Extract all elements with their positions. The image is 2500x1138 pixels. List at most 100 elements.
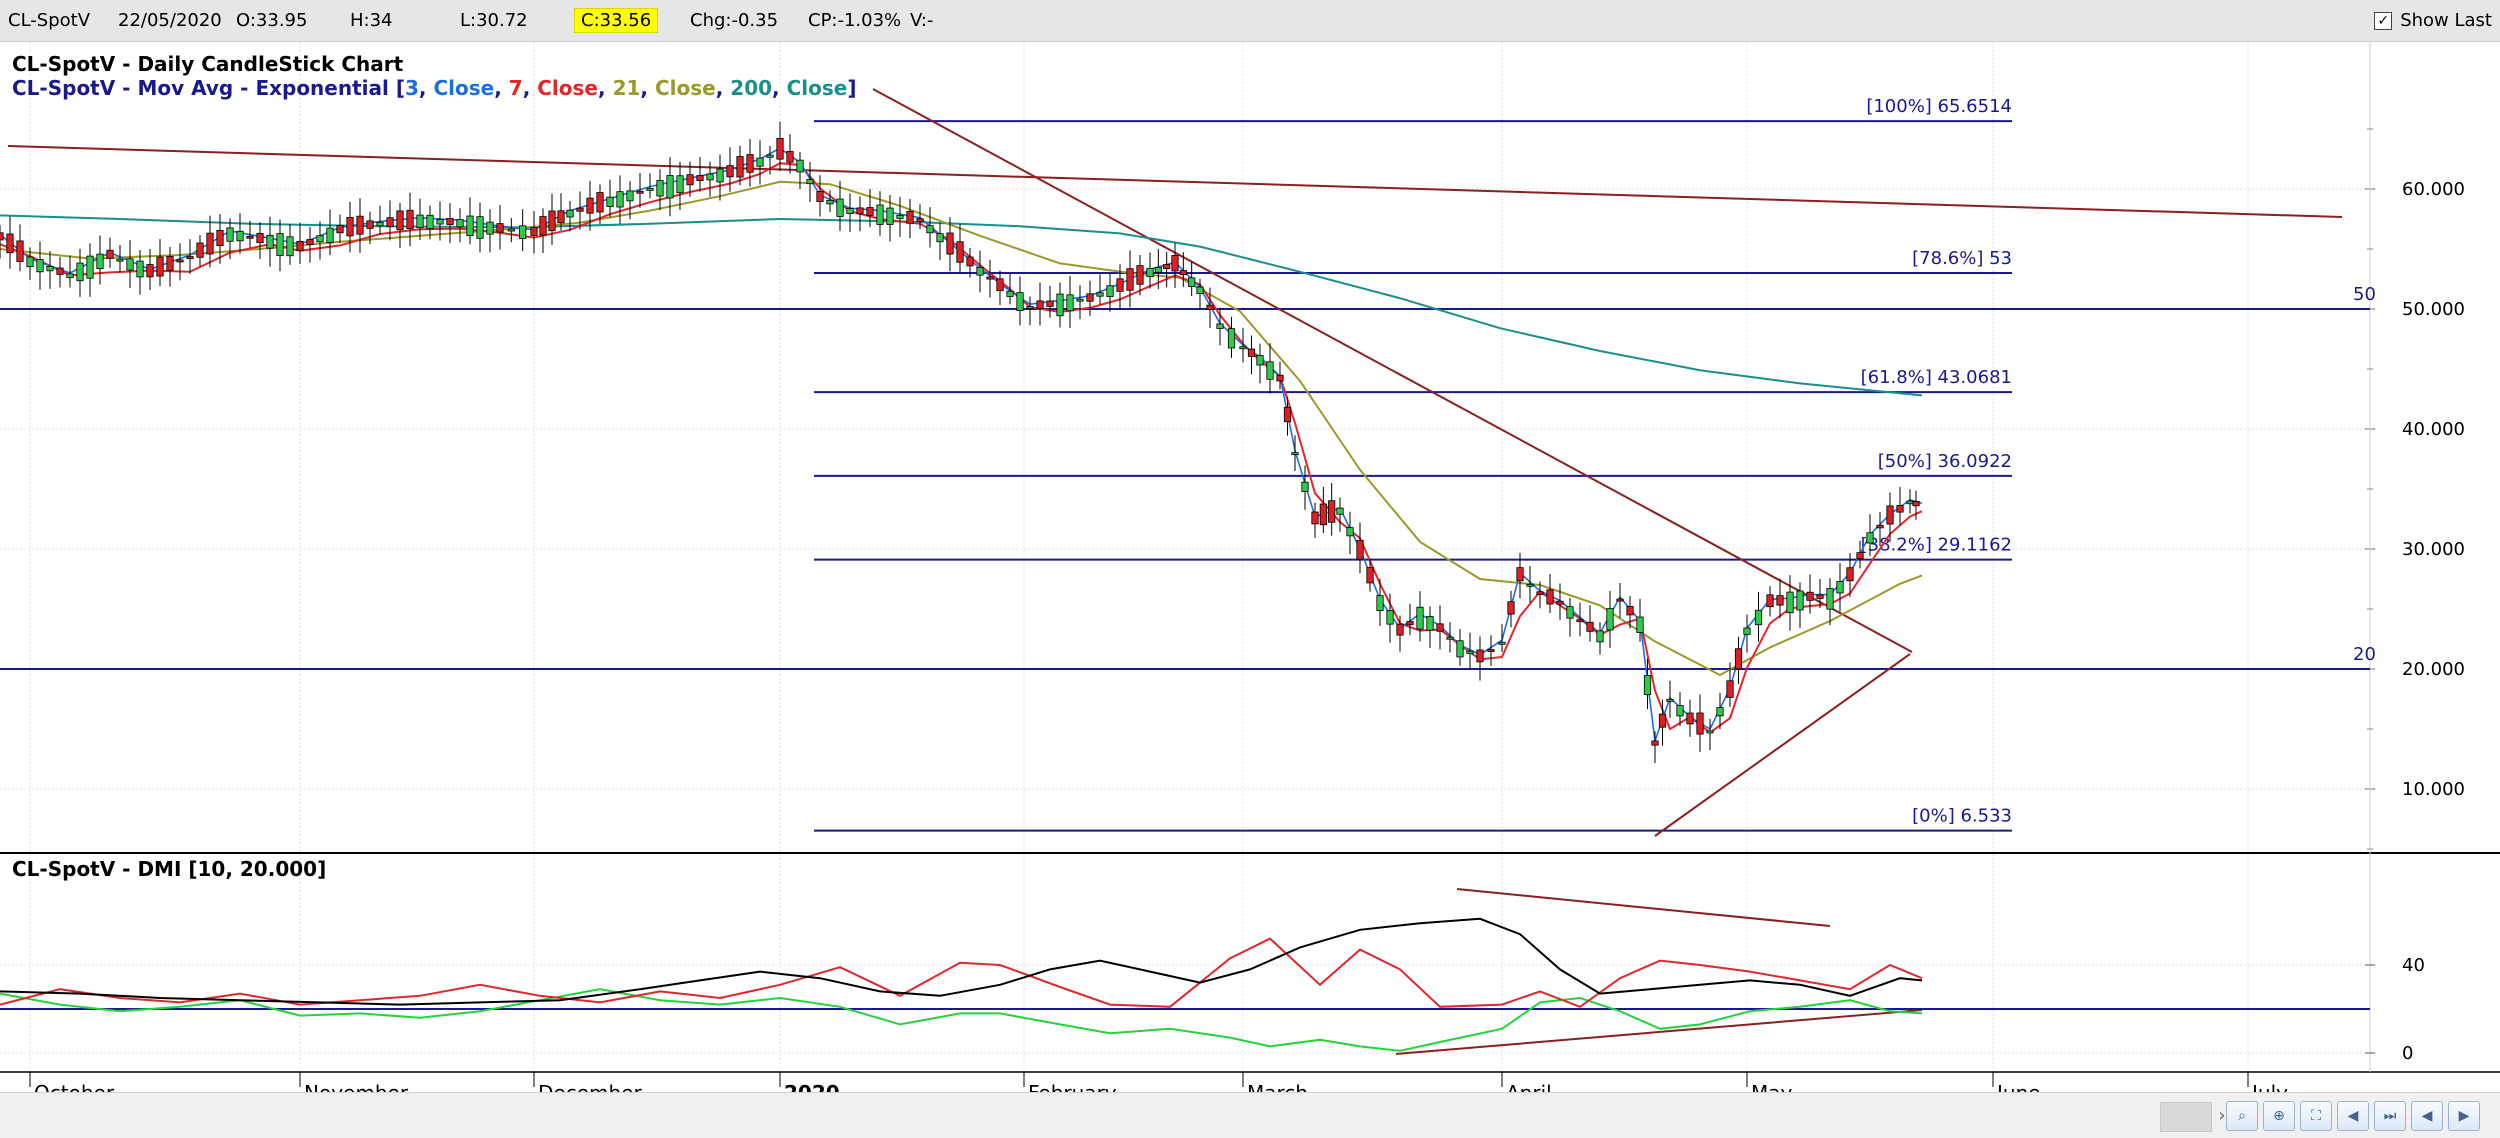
candle-body [1146, 267, 1154, 278]
candle-body [486, 221, 494, 235]
month-label: April [1506, 1081, 1552, 1092]
candle-body [996, 278, 1004, 292]
horizontal-level-label: 50 [2353, 284, 2376, 305]
candle-body [1466, 650, 1474, 655]
candle-body [1696, 712, 1704, 735]
candle-body [6, 233, 14, 254]
candle-body [1416, 606, 1424, 630]
candle-body [416, 214, 424, 228]
prev-icon[interactable]: ◀ [2411, 1101, 2443, 1131]
candle-body [946, 232, 954, 255]
candle-body [519, 225, 527, 239]
candle-body [256, 232, 264, 244]
scroll-left-icon[interactable]: ◀ [2337, 1101, 2369, 1131]
mov-avg-prefix: CL-SpotV - Mov Avg - Exponential [ [12, 76, 405, 100]
horizontal-level-label: 20 [2353, 644, 2376, 665]
candle-body [1163, 264, 1171, 270]
high-label: H:34 [350, 10, 393, 31]
next-icon[interactable]: ▶ [2448, 1101, 2480, 1131]
candle-body [1796, 590, 1804, 611]
candle-body [926, 225, 934, 234]
change-percent-label: CP:-1.03% [808, 10, 902, 31]
candle-body [756, 157, 764, 167]
close-value-badge: C:33.56 [574, 8, 659, 33]
candle-body [746, 154, 754, 173]
candle-body [1546, 589, 1554, 605]
month-label: November [304, 1081, 409, 1092]
candle-body [1406, 621, 1414, 626]
scrollbar-track[interactable] [2160, 1102, 2212, 1132]
candle-body [66, 273, 74, 279]
ohlc-header: CL-SpotV 22/05/2020 O:33.95 H:34 L:30.72… [0, 0, 2500, 42]
candle-body [646, 188, 654, 191]
candle-body [1856, 552, 1864, 560]
check-icon[interactable]: ✓ [2374, 12, 2393, 30]
candle-body [496, 223, 504, 233]
candle-body [1686, 712, 1694, 725]
zoom-in-icon[interactable]: ⊕ [2263, 1101, 2295, 1131]
candle-body [1356, 539, 1364, 560]
candle-body [26, 256, 34, 268]
ema-200-label: 200 [730, 76, 773, 100]
month-label: May [1751, 1081, 1793, 1092]
candle-body [1106, 285, 1114, 297]
candle-body [866, 207, 874, 216]
mov-avg-suffix: ] [847, 76, 857, 100]
symbol-label: CL-SpotV [8, 10, 91, 31]
candle-body [1283, 406, 1292, 423]
candle-body [876, 204, 884, 225]
chart-area[interactable]: 10.000 20.000 30.000 40.000 50.000 60.000 0 40 O… [0, 42, 2500, 1105]
candle-body [1056, 293, 1064, 317]
candle-body [1376, 595, 1384, 612]
fit-icon[interactable]: ⛶ [2300, 1101, 2332, 1131]
candle-body [548, 210, 556, 232]
candle-body [386, 217, 394, 227]
candle-body [1476, 649, 1484, 663]
candle-body [1179, 270, 1187, 276]
fibonacci-level-label: [0%] 6.533 [1912, 806, 2012, 827]
candle-body [596, 192, 604, 213]
candle-body [1036, 300, 1044, 309]
candle-body [1006, 290, 1014, 297]
main-chart-svg[interactable]: 10.000 20.000 30.000 40.000 50.000 60.000 0 40 O… [0, 42, 2500, 1105]
candle-body [686, 174, 694, 186]
candle-body [906, 210, 914, 224]
candle-body [1706, 730, 1714, 734]
candle-body [1436, 623, 1444, 632]
candle-body [346, 217, 354, 237]
candle-body [206, 232, 214, 255]
candle-body [126, 258, 134, 271]
candle-body [1626, 605, 1634, 616]
close-label: C:33.56 [574, 0, 659, 42]
candle-body [1319, 503, 1327, 526]
candle-body [186, 256, 194, 259]
candle-body [1276, 374, 1284, 382]
ema-3-label: 3 [404, 76, 419, 100]
candle-body [36, 259, 44, 273]
candle-body [1666, 698, 1674, 702]
candle-body [1256, 355, 1264, 366]
candle-body [1206, 304, 1214, 311]
candle-body [436, 219, 444, 225]
open-label: O:33.95 [236, 10, 308, 31]
candle-body [1239, 346, 1247, 350]
navigation-bar: › ⌕ ⊕ ⛶ ◀ ⏭ ◀ ▶ [0, 1092, 2500, 1138]
candle-body [776, 137, 784, 160]
fibonacci-level-label: [100%] 65.6514 [1866, 96, 2012, 117]
show-last-toggle[interactable]: ✓ Show Last [2374, 0, 2492, 42]
candle-body [666, 175, 674, 199]
ema-200-source: Close [786, 76, 848, 100]
candle-body [1766, 594, 1774, 608]
candle-body [86, 255, 94, 279]
candle-body [1896, 505, 1904, 513]
candle-body [356, 215, 364, 235]
candle-body [236, 230, 244, 242]
zoom-icon[interactable]: ⌕ [2226, 1101, 2258, 1131]
candle-body [1154, 266, 1162, 273]
candle-body [296, 240, 304, 251]
candle-body [986, 276, 994, 280]
candle-body [306, 239, 314, 245]
candle-body [696, 175, 704, 181]
volume-label: V:- [910, 10, 934, 31]
last-page-icon[interactable]: ⏭ [2374, 1101, 2406, 1131]
